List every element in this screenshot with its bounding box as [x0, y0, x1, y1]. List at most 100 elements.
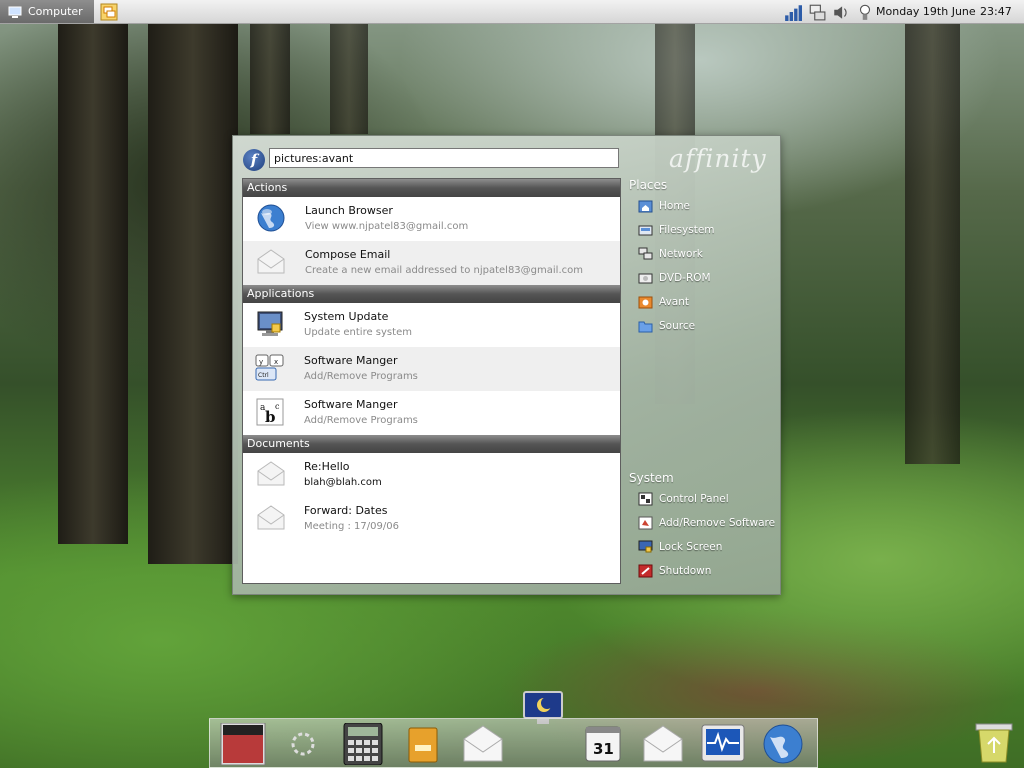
trash-icon[interactable]	[972, 722, 1016, 764]
place-label: Avant	[659, 296, 689, 308]
top-panel: Computer Monday 19th June 23:47	[0, 0, 1024, 24]
calculator-icon[interactable]	[340, 723, 386, 765]
volume-icon[interactable]	[832, 3, 850, 22]
system-label: Lock Screen	[659, 541, 723, 553]
keyboard-keys-icon: y x Ctrl	[255, 354, 284, 381]
result-row-system-update[interactable]: System Update Update entire system	[243, 303, 620, 347]
svg-text:c: c	[275, 402, 280, 411]
tree-trunk	[58, 24, 128, 544]
envelope-icon	[257, 461, 285, 486]
lock-screen-icon	[638, 540, 653, 553]
avant-folder-icon	[638, 296, 653, 309]
font-abc-icon: a b c	[256, 398, 284, 426]
result-row-document[interactable]: Re:Hello blah@blah.com	[243, 453, 620, 497]
place-filesystem[interactable]: Filesystem	[638, 221, 715, 239]
place-label: DVD-ROM	[659, 272, 711, 284]
system-add-remove-software[interactable]: Add/Remove Software	[638, 514, 775, 532]
globe-icon[interactable]	[760, 723, 806, 765]
place-label: Source	[659, 320, 696, 332]
calendar-day: 31	[593, 740, 614, 758]
network-icon	[638, 247, 653, 260]
result-subtitle: blah@blah.com	[304, 477, 382, 488]
network-tray-icon[interactable]	[808, 3, 826, 22]
result-title: Re:Hello	[304, 460, 350, 473]
result-title: Launch Browser	[305, 204, 393, 217]
time-label[interactable]: 23:47	[980, 5, 1012, 18]
system-header: System	[629, 471, 674, 485]
result-subtitle: View www.njpatel83@gmail.com	[305, 221, 469, 232]
tree-trunk	[905, 24, 960, 464]
place-avant[interactable]: Avant	[638, 293, 689, 311]
system-lock-screen[interactable]: Lock Screen	[638, 538, 722, 556]
result-row-launch-browser[interactable]: Launch Browser View www.njpatel83@gmail.…	[243, 197, 620, 241]
mail-icon[interactable]	[640, 723, 686, 765]
system-monitor-icon[interactable]	[700, 723, 746, 765]
system-label: Add/Remove Software	[659, 517, 776, 529]
section-header-documents: Documents	[243, 435, 620, 453]
system-control-panel[interactable]: Control Panel	[638, 490, 729, 508]
computer-menu-button[interactable]: Computer	[0, 0, 94, 23]
places-header: Places	[629, 178, 668, 192]
svg-text:y: y	[259, 358, 263, 366]
computer-label: Computer	[28, 5, 83, 18]
notification-bulb-icon[interactable]	[856, 3, 874, 22]
result-title: Forward: Dates	[304, 504, 388, 517]
result-subtitle: Update entire system	[304, 327, 412, 338]
control-panel-icon	[638, 492, 653, 506]
place-dvd-rom[interactable]: DVD-ROM	[638, 269, 711, 287]
brand-logo: affinity	[669, 144, 767, 173]
avant-dock: 31	[209, 718, 818, 768]
place-network[interactable]: Network	[638, 245, 703, 263]
fedora-logo-icon: f	[243, 149, 265, 171]
search-input[interactable]	[269, 148, 619, 168]
affinity-launcher: f affinity Actions Launch Browser View w…	[232, 135, 781, 595]
drive-icon	[638, 225, 653, 236]
place-label: Home	[659, 200, 691, 212]
svg-text:x: x	[274, 358, 278, 366]
calendar-icon[interactable]: 31	[580, 723, 626, 765]
result-row-software-manager[interactable]: y x Ctrl Software Manger Add/Remove Prog…	[243, 347, 620, 391]
svg-text:b: b	[265, 408, 276, 426]
result-subtitle: Meeting : 17/09/06	[304, 521, 399, 532]
tree-trunk	[250, 24, 290, 134]
home-folder-icon	[638, 200, 653, 213]
window-list-launcher-icon[interactable]	[100, 3, 118, 21]
result-row-software-manager-fonts[interactable]: a b c Software Manger Add/Remove Program…	[243, 391, 620, 435]
section-header-actions: Actions	[243, 179, 620, 197]
results-panel: Actions Launch Browser View www.njpatel8…	[242, 178, 621, 584]
tree-trunk	[330, 24, 368, 134]
monitor-update-icon	[257, 311, 283, 336]
result-title: System Update	[304, 310, 389, 323]
date-label[interactable]: Monday 19th June	[876, 5, 976, 18]
software-icon	[638, 516, 653, 530]
svg-text:Ctrl: Ctrl	[258, 372, 269, 379]
signal-bars-icon[interactable]	[784, 3, 802, 22]
drawer-icon[interactable]	[400, 723, 446, 765]
place-label: Filesystem	[659, 224, 715, 236]
mail-icon[interactable]	[460, 723, 506, 765]
result-row-compose-email[interactable]: Compose Email Create a new email address…	[243, 241, 620, 285]
shutdown-icon	[638, 564, 653, 578]
result-title: Software Manger	[304, 398, 398, 411]
folder-icon	[638, 321, 653, 333]
update-spinner-icon[interactable]	[280, 723, 326, 765]
computer-icon	[8, 6, 22, 18]
place-home[interactable]: Home	[638, 197, 690, 215]
place-label: Network	[659, 248, 703, 260]
result-title: Software Manger	[304, 354, 398, 367]
result-subtitle: Add/Remove Programs	[304, 371, 418, 382]
envelope-icon	[257, 505, 285, 530]
result-title: Compose Email	[305, 248, 391, 261]
section-header-applications: Applications	[243, 285, 620, 303]
system-shutdown[interactable]: Shutdown	[638, 562, 711, 580]
system-tray	[784, 3, 874, 22]
result-row-document[interactable]: Forward: Dates Meeting : 17/09/06	[243, 497, 620, 541]
music-album-icon[interactable]	[220, 723, 266, 765]
place-source[interactable]: Source	[638, 317, 695, 335]
dvd-icon	[638, 273, 653, 284]
result-subtitle: Create a new email addressed to njpatel8…	[305, 265, 583, 276]
result-subtitle: Add/Remove Programs	[304, 415, 418, 426]
system-label: Control Panel	[659, 493, 729, 505]
system-label: Shutdown	[659, 565, 712, 577]
envelope-icon	[257, 249, 285, 274]
